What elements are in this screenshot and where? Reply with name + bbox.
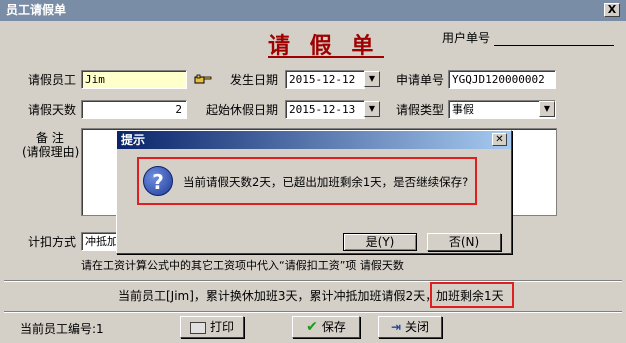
checkmark-icon: ✔ [306, 319, 318, 335]
window-title: 员工请假单 [6, 3, 67, 17]
apply-no-label: 申请单号 [396, 73, 445, 87]
confirm-dialog: 提示 ✕ ? 当前请假天数2天，已超出加班剩余1天，是否继续保存? 是(Y) 否… [116, 130, 512, 254]
save-button-label: 保存 [321, 320, 346, 334]
emp-no-label: 当前员工编号:1 [20, 321, 104, 337]
date-input[interactable]: 2015-12-12 [285, 70, 365, 89]
hint-text: 请在工资计算公式中的其它工资项中代入“请假扣工资”项 请假天数 [81, 259, 404, 272]
save-button[interactable]: ✔ 保存 [292, 316, 360, 338]
dialog-title: 提示 [121, 133, 146, 147]
status-remain: 加班剩余1天 [436, 289, 504, 303]
pointing-hand-icon[interactable] [194, 72, 212, 86]
remark-sublabel: (请假理由) [22, 145, 80, 159]
date-label: 发生日期 [230, 73, 279, 87]
dialog-yes-button[interactable]: 是(Y) [343, 233, 417, 251]
window-titlebar: 员工请假单 [0, 0, 626, 21]
employee-input[interactable]: Jim [81, 70, 187, 89]
date-dropdown-icon[interactable]: ▼ [364, 71, 380, 87]
dialog-message: 当前请假天数2天，已超出加班剩余1天，是否继续保存? [183, 175, 469, 189]
form-title-underline [268, 56, 384, 58]
question-icon: ? [143, 166, 173, 196]
start-date-dropdown-icon[interactable]: ▼ [364, 101, 380, 117]
type-dropdown-icon[interactable]: ▼ [539, 101, 555, 117]
dialog-titlebar: 提示 [117, 131, 511, 149]
print-button[interactable]: 打印 [180, 316, 244, 338]
print-button-label: 打印 [209, 320, 234, 334]
emp-no-value: 1 [96, 322, 104, 336]
exit-door-icon: ⇥ [390, 320, 402, 334]
footer-separator [4, 311, 622, 313]
printer-icon [189, 321, 206, 334]
type-label: 请假类型 [396, 103, 445, 117]
days-input[interactable]: 2 [81, 100, 187, 119]
window-close-button[interactable]: X [604, 3, 620, 17]
days-label: 请假天数 [28, 103, 77, 117]
employee-label: 请假员工 [28, 73, 77, 87]
close-button-label: 关闭 [405, 320, 430, 334]
separator [4, 280, 622, 282]
user-no-line [494, 45, 614, 46]
dialog-no-button[interactable]: 否(N) [427, 233, 501, 251]
close-button[interactable]: ⇥ 关闭 [378, 316, 442, 338]
deduct-label: 计扣方式 [28, 235, 77, 249]
start-date-label: 起始休假日期 [206, 103, 279, 117]
status-summary: 当前员工[Jim]，累计换休加班3天，累计冲抵加班请假2天， [118, 289, 438, 303]
emp-no-label-text: 当前员工编号: [20, 322, 97, 336]
start-date-input[interactable]: 2015-12-13 [285, 100, 365, 119]
apply-no-input[interactable]: YGQJD120000002 [448, 70, 556, 89]
dialog-close-button[interactable]: ✕ [492, 133, 507, 146]
user-no-label: 用户单号 [442, 31, 491, 45]
